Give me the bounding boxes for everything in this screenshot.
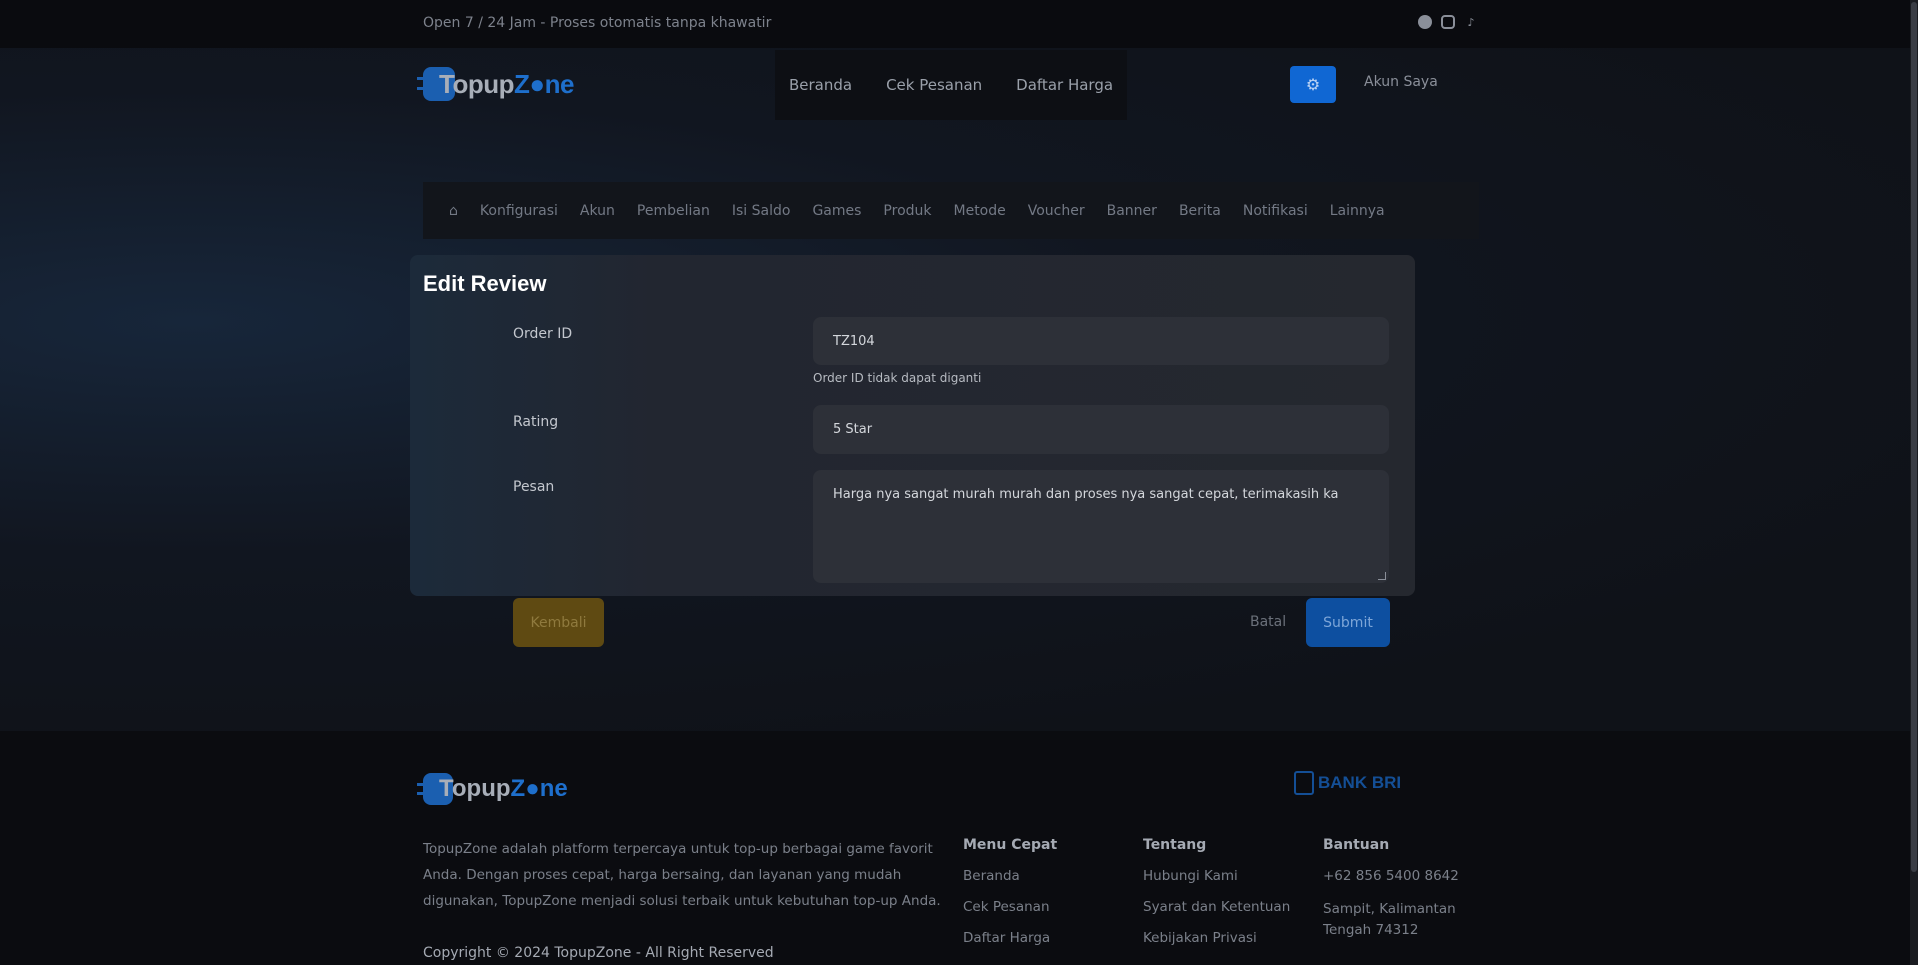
tiktok-icon[interactable]: ♪ <box>1464 15 1478 29</box>
home-icon[interactable]: ⌂ <box>449 203 458 219</box>
message-label: Pesan <box>513 479 555 495</box>
footer-link-cek-pesanan[interactable]: Cek Pesanan <box>963 899 1057 930</box>
footer-link-syarat[interactable]: Syarat dan Ketentuan <box>1143 899 1290 930</box>
opening-hours-text: Open 7 / 24 Jam - Proses otomatis tanpa … <box>423 15 772 31</box>
rating-label: Rating <box>513 414 559 430</box>
site-logo[interactable]: TopupZ●ne <box>417 64 574 104</box>
admin-menu-berita[interactable]: Berita <box>1179 203 1221 219</box>
footer-link-kebijakan[interactable]: Kebijakan Privasi <box>1143 930 1290 961</box>
settings-button[interactable]: ⚙ <box>1290 66 1336 103</box>
footer-col-heading: Tentang <box>1143 837 1207 853</box>
footer-phone[interactable]: +62 856 5400 8642 <box>1323 868 1463 899</box>
scrollbar-thumb[interactable] <box>1911 2 1917 872</box>
page-scrollbar[interactable] <box>1910 0 1918 965</box>
nav-cek-pesanan[interactable]: Cek Pesanan <box>886 76 982 94</box>
cancel-button[interactable]: Batal <box>1250 614 1286 630</box>
resize-handle-icon[interactable] <box>1378 572 1386 580</box>
bank-bri-logo: BANK BRI <box>1294 771 1401 795</box>
footer-col-menu: Menu Cepat Beranda Cek Pesanan Daftar Ha… <box>963 837 1057 961</box>
nav-daftar-harga[interactable]: Daftar Harga <box>1016 76 1113 94</box>
footer-col-bantuan: Bantuan +62 856 5400 8642 Sampit, Kalima… <box>1323 837 1463 941</box>
admin-menu-lainnya[interactable]: Lainnya <box>1330 203 1385 219</box>
top-bar: Open 7 / 24 Jam - Proses otomatis tanpa … <box>0 0 1918 48</box>
footer-logo[interactable]: TopupZ●ne <box>417 773 568 805</box>
admin-menu-produk[interactable]: Produk <box>883 203 931 219</box>
admin-menu-konfigurasi[interactable]: Konfigurasi <box>480 203 558 219</box>
bank-bri-label: BANK BRI <box>1318 773 1402 792</box>
footer-col-heading: Bantuan <box>1323 837 1390 853</box>
admin-menu-pembelian[interactable]: Pembelian <box>637 203 710 219</box>
instagram-icon[interactable] <box>1441 15 1455 29</box>
main-nav: Beranda Cek Pesanan Daftar Harga <box>775 50 1127 120</box>
page-title: Edit Review <box>423 271 547 296</box>
rating-select[interactable]: 5 Star <box>813 405 1389 454</box>
footer-wordmark: TopupZ●ne <box>439 775 568 802</box>
footer-address: Sampit, Kalimantan Tengah 74312 <box>1323 901 1456 938</box>
social-links: ♪ <box>1418 15 1478 29</box>
footer-link-hubungi-kami[interactable]: Hubungi Kami <box>1143 868 1290 899</box>
order-id-help-text: Order ID tidak dapat diganti <box>813 371 982 385</box>
back-button[interactable]: Kembali <box>513 598 604 647</box>
account-link[interactable]: Akun Saya <box>1364 74 1438 90</box>
footer <box>0 731 1918 965</box>
footer-col-heading: Menu Cepat <box>963 837 1058 853</box>
gear-icon: ⚙ <box>1305 75 1321 94</box>
message-textarea[interactable]: Harga nya sangat murah murah dan proses … <box>813 470 1389 583</box>
order-id-label: Order ID <box>513 326 573 342</box>
admin-menu-voucher[interactable]: Voucher <box>1028 203 1085 219</box>
nav-beranda[interactable]: Beranda <box>789 76 852 94</box>
admin-menu-akun[interactable]: Akun <box>580 203 615 219</box>
bank-bri-icon <box>1294 771 1314 795</box>
admin-menu-isi-saldo[interactable]: Isi Saldo <box>732 203 791 219</box>
submit-button[interactable]: Submit <box>1306 598 1390 647</box>
admin-menu-metode[interactable]: Metode <box>954 203 1006 219</box>
logo-wordmark: TopupZ●ne <box>439 68 574 99</box>
admin-menu-games[interactable]: Games <box>812 203 861 219</box>
admin-menu-notifikasi[interactable]: Notifikasi <box>1243 203 1308 219</box>
whatsapp-icon[interactable] <box>1418 15 1432 29</box>
admin-menu-banner[interactable]: Banner <box>1107 203 1157 219</box>
copyright-text: Copyright © 2024 TopupZone - All Right R… <box>423 945 774 961</box>
footer-col-tentang: Tentang Hubungi Kami Syarat dan Ketentua… <box>1143 837 1290 961</box>
admin-menu: ⌂ Konfigurasi Akun Pembelian Isi Saldo G… <box>423 182 1479 239</box>
footer-link-daftar-harga[interactable]: Daftar Harga <box>963 930 1057 961</box>
footer-link-beranda[interactable]: Beranda <box>963 868 1057 899</box>
order-id-field[interactable]: TZ104 <box>813 317 1389 365</box>
footer-description: TopupZone adalah platform terpercaya unt… <box>423 841 941 909</box>
